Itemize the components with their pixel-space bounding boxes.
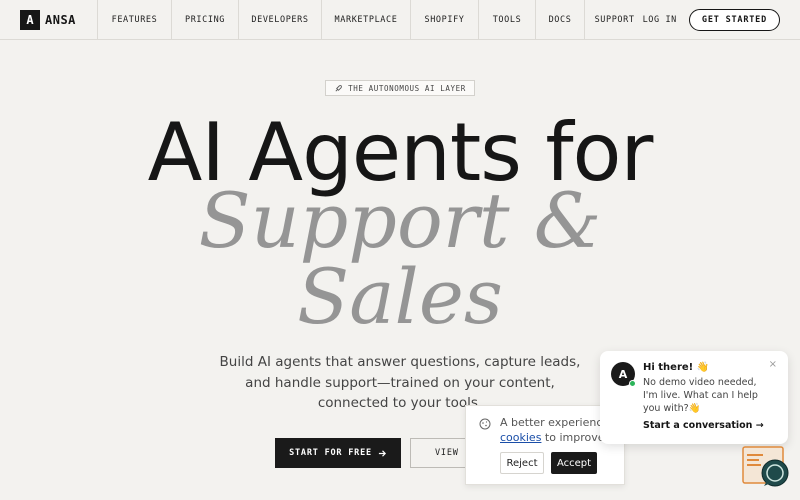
nav-support[interactable]: SUPPORT: [595, 15, 635, 25]
arrow-right-icon: [378, 449, 386, 457]
cookie-message: A better experience cookies to improve u: [500, 415, 615, 445]
accept-cookies-button[interactable]: Accept: [551, 452, 597, 474]
tagline-pill: THE AUTONOMOUS AI LAYER: [325, 80, 475, 96]
hero-headline-italic-line1: Support &: [198, 176, 602, 265]
online-status-dot: [629, 380, 636, 387]
cookie-text-line2: cookies to improve u: [500, 430, 615, 445]
hero-headline-italic: Support & Sales: [0, 183, 800, 335]
nav-shopify[interactable]: SHOPIFY: [411, 0, 479, 40]
chat-message: No demo video needed, I'm live. What can…: [643, 377, 758, 414]
brand-logo-link[interactable]: A ANSA: [0, 0, 98, 40]
start-conversation-link[interactable]: Start a conversation →: [643, 420, 764, 431]
nav-developers[interactable]: DEVELOPERS: [239, 0, 322, 40]
cookie-text-line1: A better experience: [500, 416, 610, 429]
top-nav: A ANSA FEATURES PRICING DEVELOPERS MARKE…: [0, 0, 800, 40]
nav-login[interactable]: LOG IN: [643, 15, 677, 25]
start-for-free-label: START FOR FREE: [289, 448, 372, 458]
rocket-icon: [335, 84, 343, 92]
cookie-icon: [479, 418, 491, 430]
nav-tools[interactable]: TOOLS: [479, 0, 536, 40]
nav-pricing[interactable]: PRICING: [172, 0, 239, 40]
chat-greeting: Hi there! 👋: [643, 362, 710, 373]
nav-features[interactable]: FEATURES: [98, 0, 172, 40]
reject-cookies-button[interactable]: Reject: [500, 452, 544, 474]
nav-marketplace[interactable]: MARKETPLACE: [322, 0, 411, 40]
close-icon[interactable]: ×: [769, 359, 777, 370]
nav-actions: SUPPORT LOG IN GET STARTED: [595, 0, 780, 40]
hero-headline-italic-line2: Sales: [297, 252, 503, 341]
get-started-button[interactable]: GET STARTED: [688, 9, 780, 31]
brand-name: ANSA: [45, 12, 76, 27]
logo-icon: A: [20, 9, 40, 30]
chat-popup: A Hi there! 👋 No demo video needed, I'm …: [600, 351, 788, 444]
chat-launcher-icon[interactable]: [742, 446, 790, 488]
cookies-link[interactable]: cookies: [500, 431, 541, 444]
nav-docs[interactable]: DOCS: [536, 0, 585, 40]
tagline-text: THE AUTONOMOUS AI LAYER: [348, 83, 466, 93]
start-for-free-button[interactable]: START FOR FREE: [275, 438, 401, 468]
